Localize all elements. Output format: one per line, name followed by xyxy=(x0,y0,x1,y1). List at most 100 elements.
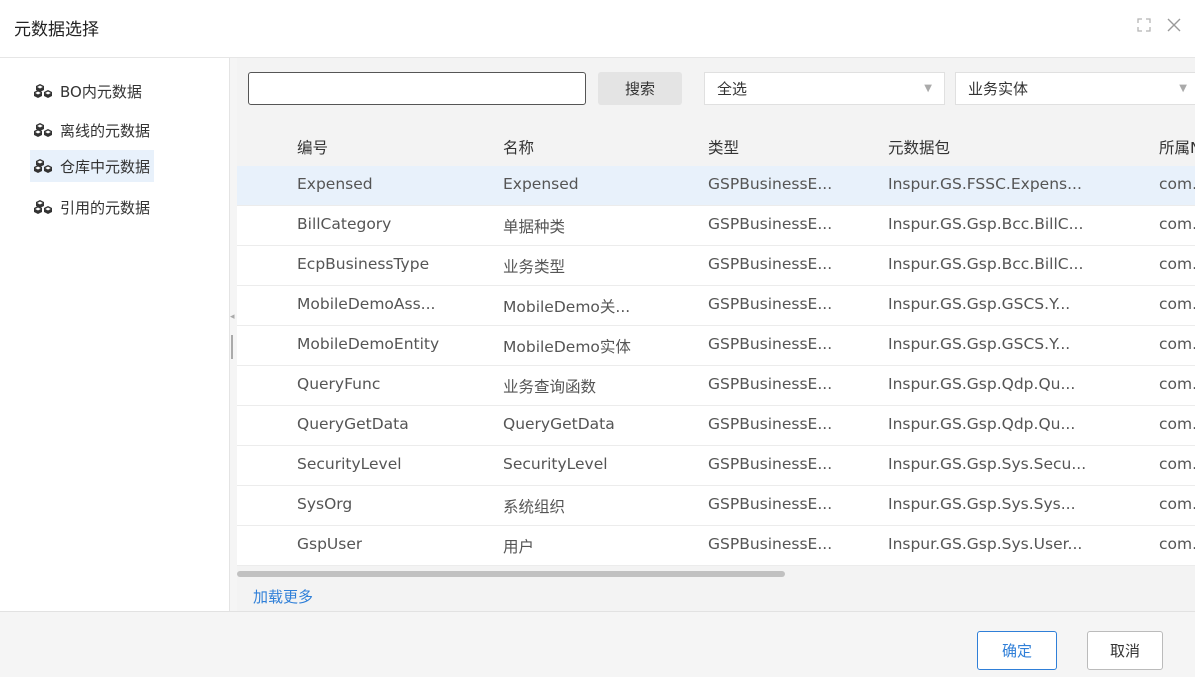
cell-package: Inspur.GS.Gsp.Sys.Sys... xyxy=(888,495,1076,513)
cell-belongs: com. xyxy=(1159,535,1195,553)
cell-name: 业务类型 xyxy=(503,258,566,276)
cell-package: Inspur.GS.Gsp.Qdp.Qu... xyxy=(888,375,1076,393)
cell-package: Inspur.GS.Gsp.Sys.Secu... xyxy=(888,455,1087,473)
cell-belongs: com. xyxy=(1159,215,1195,233)
column-header-code[interactable]: 编号 xyxy=(297,136,328,158)
nav-item-bo-metadata[interactable]: BO内元数据 xyxy=(30,75,146,107)
table-row[interactable]: SysOrg 系统组织 GSPBusinessE... Inspur.GS.Gs… xyxy=(237,486,1195,526)
column-header-package[interactable]: 元数据包 xyxy=(888,136,950,158)
cell-belongs: com. xyxy=(1159,455,1195,473)
nav-item-label: 仓库中元数据 xyxy=(60,157,151,176)
nav-item-label: BO内元数据 xyxy=(60,82,142,101)
cell-type: GSPBusinessE... xyxy=(708,255,833,273)
cell-package: Inspur.GS.Gsp.Qdp.Qu... xyxy=(888,415,1076,433)
cell-belongs: com. xyxy=(1159,335,1195,353)
cell-type: GSPBusinessE... xyxy=(708,375,833,393)
fullscreen-icon[interactable] xyxy=(1133,14,1155,36)
filter-type-value: 业务实体 xyxy=(968,80,1029,98)
cell-code: QueryGetData xyxy=(297,415,409,433)
cell-code: BillCategory xyxy=(297,215,392,233)
cell-belongs: com. xyxy=(1159,415,1195,433)
cell-name: Expensed xyxy=(503,175,579,193)
table-row[interactable]: QueryFunc 业务查询函数 GSPBusinessE... Inspur.… xyxy=(237,366,1195,406)
cell-name: 业务查询函数 xyxy=(503,378,597,396)
cell-package: Inspur.GS.Gsp.Bcc.BillC... xyxy=(888,255,1084,273)
search-button[interactable]: 搜索 xyxy=(598,72,682,105)
table-row[interactable]: GspUser 用户 GSPBusinessE... Inspur.GS.Gsp… xyxy=(237,526,1195,566)
column-header-type[interactable]: 类型 xyxy=(708,136,739,158)
table-row[interactable]: QueryGetData QueryGetData GSPBusinessE..… xyxy=(237,406,1195,446)
panel-splitter[interactable]: ◂ xyxy=(229,58,237,611)
nav-item-repository-metadata[interactable]: 仓库中元数据 xyxy=(30,150,155,182)
dialog-title: 元数据选择 xyxy=(14,20,99,40)
table-row[interactable]: BillCategory 单据种类 GSPBusinessE... Inspur… xyxy=(237,206,1195,246)
cancel-button[interactable]: 取消 xyxy=(1087,631,1163,670)
cell-name: 单据种类 xyxy=(503,218,566,236)
cell-belongs: com. xyxy=(1159,375,1195,393)
cell-name: MobileDemo关... xyxy=(503,298,631,316)
cell-type: GSPBusinessE... xyxy=(708,535,833,553)
cell-type: GSPBusinessE... xyxy=(708,175,833,193)
cubes-icon xyxy=(34,157,56,175)
cell-code: SecurityLevel xyxy=(297,455,402,473)
ok-button[interactable]: 确定 xyxy=(977,631,1057,670)
nav-item-label: 离线的元数据 xyxy=(60,121,151,140)
cell-code: SysOrg xyxy=(297,495,353,513)
table-row[interactable]: Expensed Expensed GSPBusinessE... Inspur… xyxy=(237,166,1195,206)
cell-type: GSPBusinessE... xyxy=(708,495,833,513)
cell-belongs: com. xyxy=(1159,495,1195,513)
cell-belongs: com. xyxy=(1159,175,1195,193)
column-header-belongs[interactable]: 所属N xyxy=(1159,136,1195,158)
cell-package: Inspur.GS.FSSC.Expens... xyxy=(888,175,1082,193)
search-input[interactable] xyxy=(248,72,586,105)
cell-code: GspUser xyxy=(297,535,363,553)
cell-name: SecurityLevel xyxy=(503,455,608,473)
nav-item-offline-metadata[interactable]: 离线的元数据 xyxy=(30,114,154,146)
cell-belongs: com. xyxy=(1159,255,1195,273)
cell-package: Inspur.GS.Gsp.GSCS.Y... xyxy=(888,335,1071,353)
cell-type: GSPBusinessE... xyxy=(708,455,833,473)
cell-name: 用户 xyxy=(503,538,535,556)
cell-package: Inspur.GS.Gsp.Sys.User... xyxy=(888,535,1083,553)
cell-package: Inspur.GS.Gsp.Bcc.BillC... xyxy=(888,215,1084,233)
column-header-name[interactable]: 名称 xyxy=(503,136,534,158)
load-more-link[interactable]: 加载更多 xyxy=(253,586,313,607)
cell-code: Expensed xyxy=(297,175,373,193)
dialog-footer: 确定 取消 xyxy=(0,611,1195,677)
table-row[interactable]: MobileDemoAss... MobileDemo关... GSPBusin… xyxy=(237,286,1195,326)
horizontal-scrollbar[interactable] xyxy=(237,570,1195,578)
dropdown-caret-icon: ▼ xyxy=(924,83,932,94)
table-row[interactable]: EcpBusinessType 业务类型 GSPBusinessE... Ins… xyxy=(237,246,1195,286)
cell-code: MobileDemoAss... xyxy=(297,295,436,313)
cell-type: GSPBusinessE... xyxy=(708,215,833,233)
cell-package: Inspur.GS.Gsp.GSCS.Y... xyxy=(888,295,1071,313)
cell-code: EcpBusinessType xyxy=(297,255,430,273)
table-row[interactable]: SecurityLevel SecurityLevel GSPBusinessE… xyxy=(237,446,1195,486)
metadata-source-nav: BO内元数据 离线的元数据 仓库中元数据 引用的元数据 xyxy=(0,58,230,611)
dropdown-caret-icon: ▼ xyxy=(1179,83,1187,94)
cubes-icon xyxy=(34,82,56,100)
table-header: 编号 名称 类型 元数据包 所属N xyxy=(237,126,1195,166)
cell-name: QueryGetData xyxy=(503,415,615,433)
nav-item-referenced-metadata[interactable]: 引用的元数据 xyxy=(30,191,154,223)
cell-name: 系统组织 xyxy=(503,498,566,516)
filter-all-value: 全选 xyxy=(717,80,748,98)
cell-code: MobileDemoEntity xyxy=(297,335,440,353)
cell-type: GSPBusinessE... xyxy=(708,335,833,353)
filter-all-select[interactable]: 全选 ▼ xyxy=(704,72,945,105)
cell-name: MobileDemo实体 xyxy=(503,338,631,356)
close-icon[interactable] xyxy=(1163,14,1185,36)
cell-type: GSPBusinessE... xyxy=(708,295,833,313)
cell-code: QueryFunc xyxy=(297,375,381,393)
table-row[interactable]: MobileDemoEntity MobileDemo实体 GSPBusines… xyxy=(237,326,1195,366)
cubes-icon xyxy=(34,121,56,139)
collapse-arrow-icon[interactable]: ◂ xyxy=(230,312,235,322)
cubes-icon xyxy=(34,198,56,216)
splitter-grip[interactable] xyxy=(231,335,233,359)
dialog-header: 元数据选择 xyxy=(0,0,1195,58)
cell-type: GSPBusinessE... xyxy=(708,415,833,433)
metadata-list-panel: 搜索 全选 ▼ 业务实体 ▼ 编号 名称 类型 元数据包 所属N Expense… xyxy=(237,58,1195,611)
scrollbar-thumb[interactable] xyxy=(237,571,785,577)
filter-type-select[interactable]: 业务实体 ▼ xyxy=(955,72,1195,105)
cell-belongs: com. xyxy=(1159,295,1195,313)
